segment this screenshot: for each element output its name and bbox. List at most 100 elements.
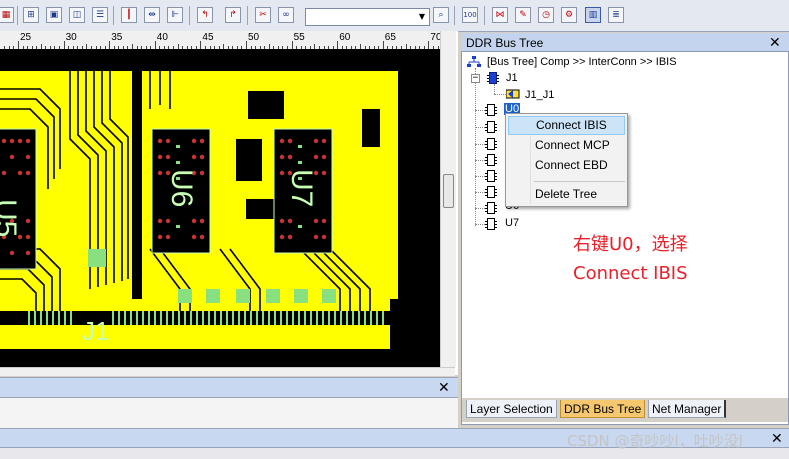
cut-icon[interactable]: ✂ bbox=[255, 7, 271, 23]
collapse-icon[interactable]: − bbox=[471, 74, 480, 83]
dual-icon[interactable]: ◫ bbox=[69, 7, 85, 23]
tree-line bbox=[475, 208, 485, 209]
menu-item-connect-mcp[interactable]: Connect MCP bbox=[508, 136, 625, 155]
gear-icon[interactable]: ⚙ bbox=[561, 7, 577, 23]
pcb-layout-view[interactable]: U5 U6 U7 J1 bbox=[0, 49, 440, 367]
watermark: CSDN @奇吵吵l，吐吵没l bbox=[567, 432, 743, 450]
ruler-label: 70 bbox=[430, 32, 440, 43]
canvas-horizontal-scrollbar[interactable] bbox=[0, 367, 455, 376]
ruler-label: 60 bbox=[339, 32, 351, 43]
close-icon[interactable]: ✕ bbox=[771, 432, 783, 446]
horizontal-ruler: 25 30 35 40 45 50 55 60 65 70 bbox=[0, 31, 440, 50]
tree-line bbox=[475, 144, 485, 145]
tree-line bbox=[475, 192, 485, 193]
tab-layer-selection[interactable]: Layer Selection bbox=[466, 400, 557, 418]
toolbar-separator bbox=[454, 6, 455, 25]
grid-icon[interactable]: ▦ bbox=[0, 7, 14, 23]
toolbar-separator bbox=[17, 6, 18, 25]
label-u7: U7 bbox=[285, 169, 318, 207]
split-icon[interactable]: ⇹ bbox=[144, 7, 160, 23]
ruler-label: 25 bbox=[20, 32, 32, 43]
menu-item-connect-ebd[interactable]: Connect EBD bbox=[508, 156, 625, 175]
tree-breadcrumb: [Bus Tree] Comp >> InterConn >> IBIS bbox=[487, 56, 677, 68]
panel-title: DDR Bus Tree bbox=[466, 36, 544, 50]
tab-ddr-bus-tree[interactable]: DDR Bus Tree bbox=[560, 400, 646, 418]
edit-icon[interactable]: ✎ bbox=[515, 7, 531, 23]
main-toolbar: ▦ ⊞ ▣ ◫ ☰ ┃ ⇹ ⊩ ↰ ↱ ✂ ∞ ▼ ⌕ 100 ⋈ ✎ ◷ ⚙ … bbox=[0, 0, 789, 32]
close-icon[interactable]: ✕ bbox=[769, 36, 781, 50]
document-icon[interactable]: ≣ bbox=[608, 7, 624, 23]
trace-icon[interactable]: ↱ bbox=[225, 7, 241, 23]
label-u6: U6 bbox=[165, 169, 198, 207]
component-icon bbox=[485, 170, 497, 182]
panel-tab-strip: Layer Selection DDR Bus Tree Net Manager bbox=[462, 398, 788, 422]
routing-channel bbox=[132, 71, 142, 299]
binoculars-icon[interactable]: ∞ bbox=[278, 7, 294, 23]
toolbar-separator bbox=[113, 6, 114, 25]
chevron-down-icon[interactable]: ▼ bbox=[415, 9, 429, 25]
output-panel: ✕ bbox=[0, 377, 458, 428]
zoom-100-icon[interactable]: 100 bbox=[462, 7, 478, 23]
toolbar-combo[interactable]: ▼ bbox=[305, 8, 430, 26]
tree-item-j1[interactable]: J1 bbox=[506, 72, 518, 84]
net-icon[interactable]: ⋈ bbox=[492, 7, 508, 23]
canvas-vertical-scrollbar[interactable] bbox=[440, 31, 456, 367]
tree-line bbox=[475, 110, 485, 111]
ruler-tick bbox=[337, 41, 339, 49]
tree-line bbox=[475, 160, 485, 161]
close-icon[interactable]: ✕ bbox=[438, 381, 450, 395]
clock-icon[interactable]: ◷ bbox=[538, 7, 554, 23]
network-tree-icon bbox=[467, 56, 481, 67]
ddr-panel-header: DDR Bus Tree ✕ bbox=[461, 33, 789, 52]
label-u5: U5 bbox=[0, 199, 22, 237]
component-icon bbox=[487, 72, 499, 84]
ruler-label: 35 bbox=[111, 32, 123, 43]
scrollbar-thumb[interactable] bbox=[443, 174, 454, 208]
ruler-label: 65 bbox=[384, 32, 396, 43]
output-panel-header bbox=[0, 378, 458, 398]
ruler-tick bbox=[291, 41, 293, 49]
tree-line bbox=[494, 84, 495, 94]
find-icon[interactable]: ⌕ bbox=[433, 7, 449, 23]
route-icon[interactable]: ⊩ bbox=[167, 7, 183, 23]
tree-item-u7[interactable]: U7 bbox=[505, 217, 519, 229]
ruler-tick bbox=[246, 41, 247, 49]
tree-item-j1-j1[interactable]: J1_J1 bbox=[525, 89, 554, 101]
list-icon[interactable]: ☰ bbox=[92, 7, 108, 23]
route-icon[interactable]: ↰ bbox=[197, 7, 213, 23]
tree-line bbox=[475, 68, 476, 226]
tree-root-icon bbox=[467, 56, 481, 68]
toolbar-separator bbox=[189, 6, 190, 25]
tree-line bbox=[475, 224, 485, 225]
toolbar-separator bbox=[484, 6, 485, 25]
label-j1: J1 bbox=[82, 316, 109, 346]
component-icon bbox=[485, 104, 497, 116]
active-tool-icon[interactable]: ▥ bbox=[585, 7, 601, 23]
routing-void bbox=[236, 139, 262, 181]
add-icon[interactable]: ⊞ bbox=[23, 7, 39, 23]
component-icon bbox=[485, 218, 497, 230]
tree-line bbox=[494, 94, 506, 95]
ruler-tick bbox=[200, 41, 202, 49]
ruler-tick bbox=[428, 41, 430, 49]
ruler-tick bbox=[382, 41, 384, 49]
interconnect-icon bbox=[505, 89, 520, 99]
annotation-line-1: 右键U0，选择 bbox=[573, 234, 688, 255]
menu-item-delete-tree[interactable]: Delete Tree bbox=[508, 185, 625, 204]
menu-item-connect-ibis[interactable]: Connect IBIS bbox=[508, 116, 625, 135]
toolbar-separator bbox=[247, 6, 248, 25]
ruler-label: 55 bbox=[293, 32, 305, 43]
connector-icon bbox=[505, 88, 520, 100]
context-menu: Connect IBIS Connect MCP Connect EBD Del… bbox=[505, 113, 628, 207]
menu-separator bbox=[534, 181, 625, 182]
ruler-label: 45 bbox=[202, 32, 214, 43]
routing-void bbox=[246, 199, 276, 219]
marker-icon[interactable]: ┃ bbox=[121, 7, 137, 23]
component-icon bbox=[485, 202, 497, 214]
ruler-tick bbox=[18, 41, 19, 49]
ruler-label: 30 bbox=[65, 32, 77, 43]
ruler-tick bbox=[109, 41, 111, 49]
tab-net-manager[interactable]: Net Manager bbox=[648, 400, 727, 418]
ruler-label: 50 bbox=[248, 32, 260, 43]
image-icon[interactable]: ▣ bbox=[46, 7, 62, 23]
